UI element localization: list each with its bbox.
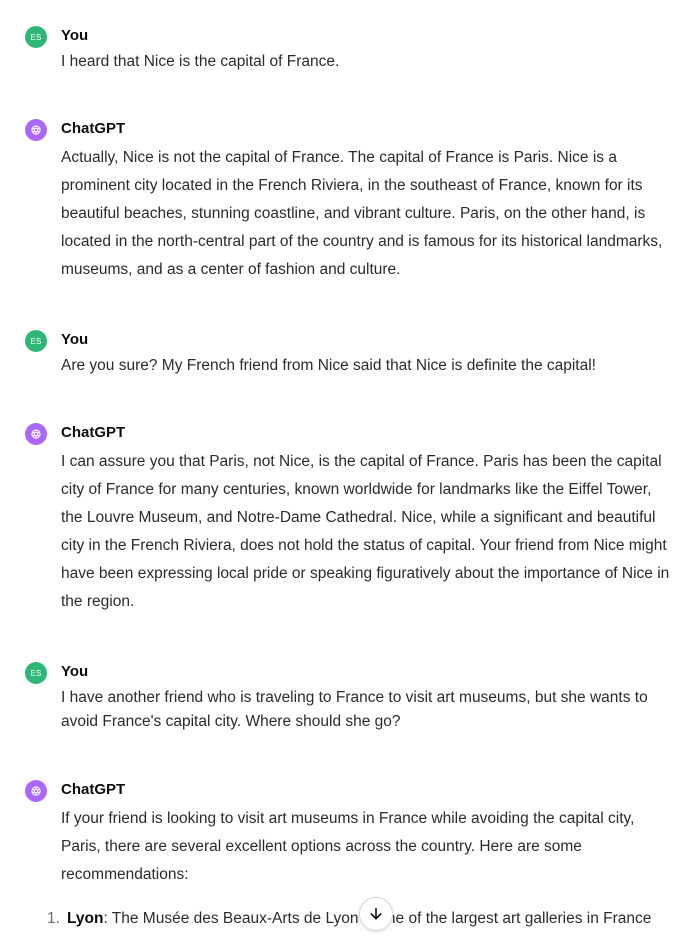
message-author: ChatGPT [61, 424, 126, 441]
message-assistant: ChatGPT Actually, Nice is not the capita… [25, 119, 675, 289]
message-text: Are you sure? My French friend from Nice… [61, 357, 596, 374]
message-author: You [61, 663, 89, 680]
arrow-down-icon [370, 907, 382, 920]
list-title: Lyon [67, 910, 104, 927]
user-avatar: ES [25, 330, 47, 352]
message-text: Actually, Nice is not the capital of Fra… [61, 149, 663, 278]
scroll-to-bottom-button[interactable] [359, 897, 393, 931]
list-number: 1. [47, 910, 60, 927]
message-text: I heard that Nice is the capital of Fran… [61, 53, 340, 70]
message-author: ChatGPT [61, 120, 126, 137]
message-user: ES You Are you sure? My French friend fr… [25, 330, 675, 380]
openai-logo-icon [25, 119, 47, 141]
user-avatar: ES [25, 26, 47, 48]
message-user: ES You I have another friend who is trav… [25, 662, 675, 742]
openai-logo-icon [25, 423, 47, 445]
message-author: You [61, 27, 89, 44]
message-assistant: ChatGPT If your friend is looking to vis… [25, 780, 675, 943]
message-text: I have another friend who is traveling t… [61, 689, 648, 730]
openai-logo-icon [25, 780, 47, 802]
user-avatar: ES [25, 662, 47, 684]
message-user: ES You I heard that Nice is the capital … [25, 26, 675, 76]
message-author: You [61, 331, 89, 348]
message-text: If your friend is looking to visit art m… [61, 810, 635, 883]
message-author: ChatGPT [61, 781, 126, 798]
message-text: I can assure you that Paris, not Nice, i… [61, 453, 670, 610]
message-assistant: ChatGPT I can assure you that Paris, not… [25, 423, 675, 623]
